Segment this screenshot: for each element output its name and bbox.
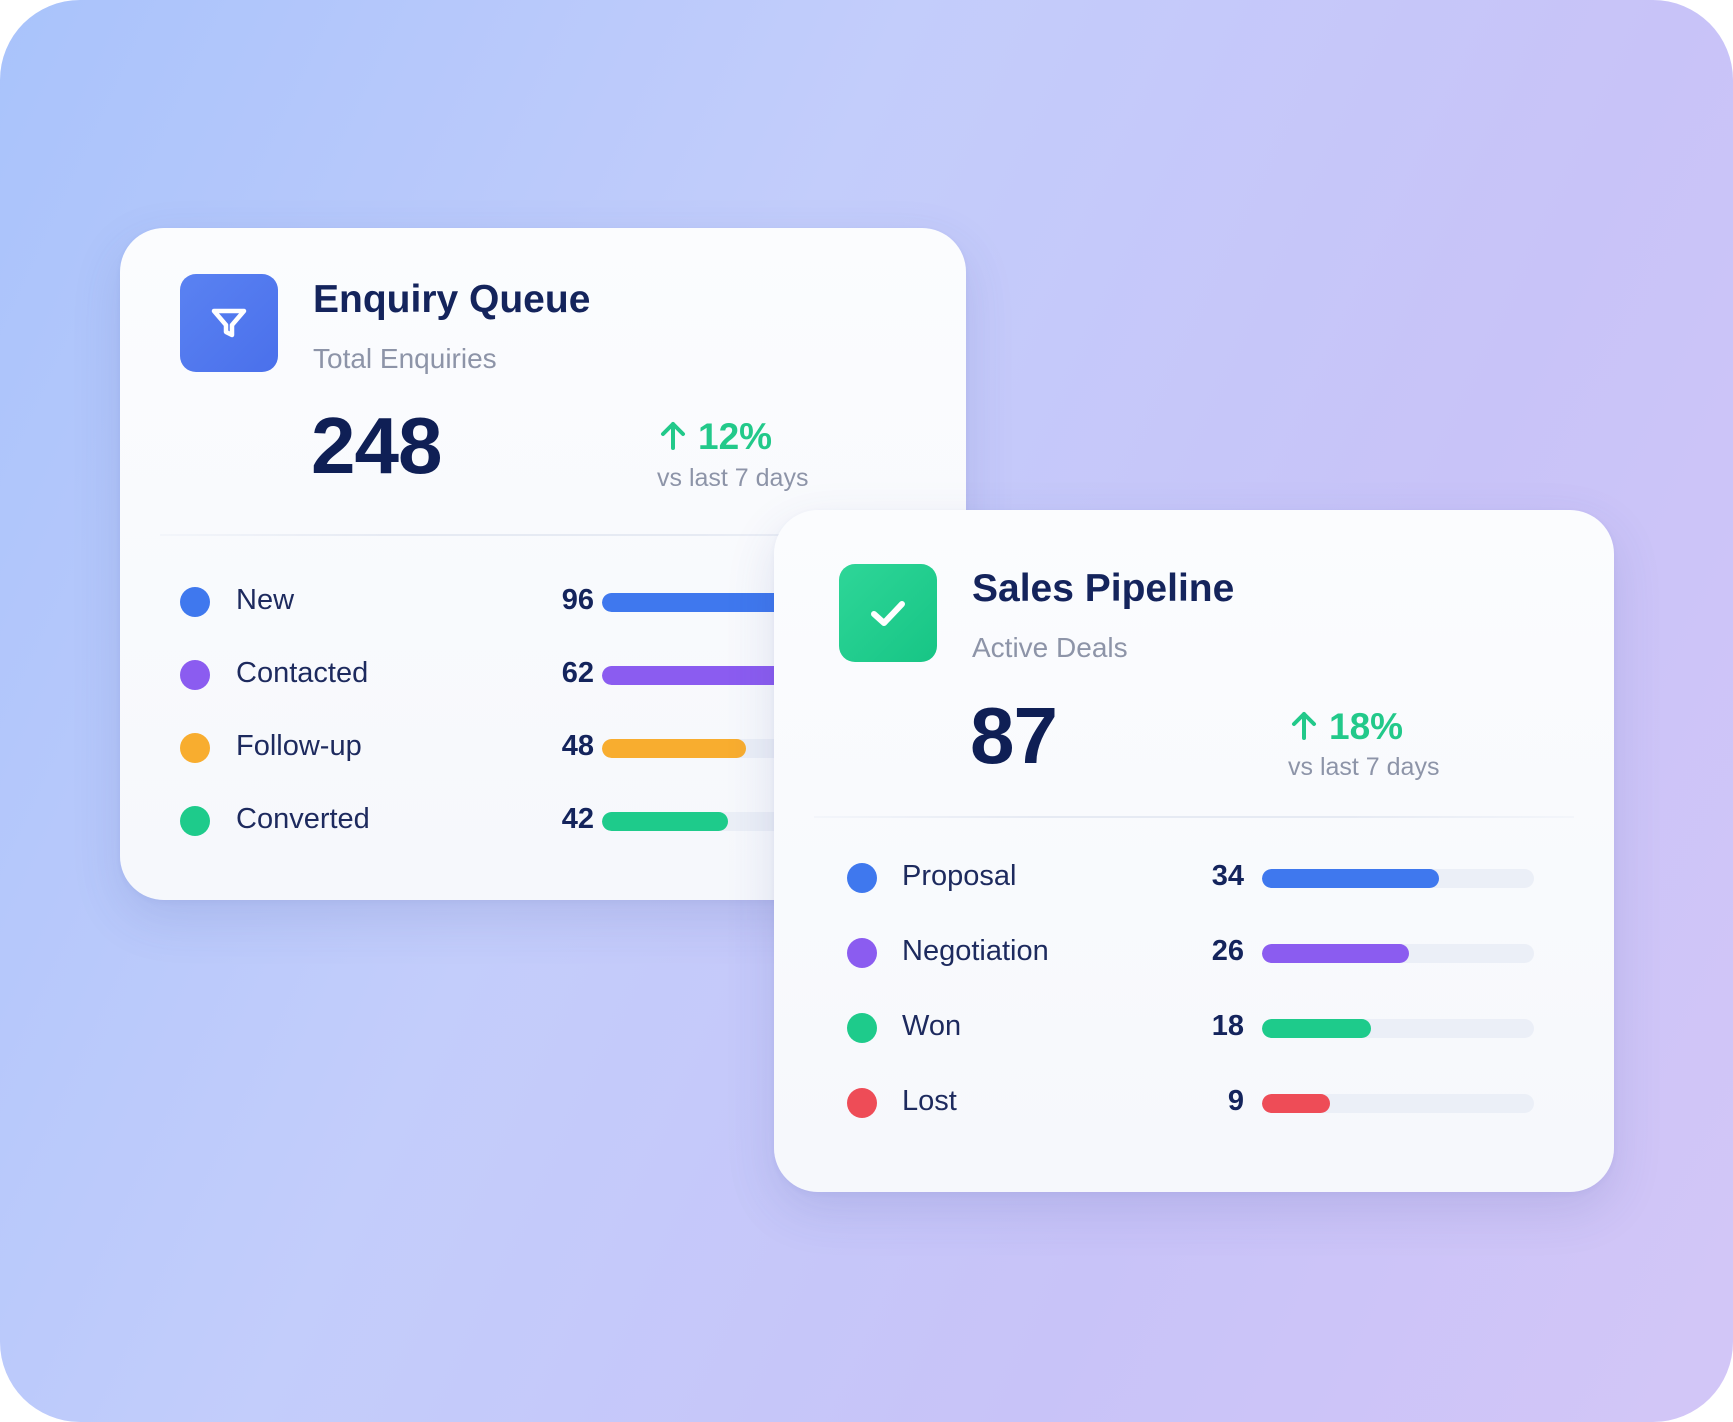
- status-dot: [180, 587, 210, 617]
- row-count: 26: [1211, 935, 1244, 967]
- row-count: 18: [1211, 1010, 1244, 1042]
- card-subtitle: Total Enquiries: [313, 343, 497, 374]
- status-dot: [180, 660, 210, 690]
- row-count: 96: [561, 584, 594, 616]
- progress-fill: [1262, 1094, 1330, 1113]
- arrow-up-icon: [658, 419, 688, 456]
- row-label: New: [236, 584, 295, 616]
- card-title: Sales Pipeline: [972, 567, 1235, 610]
- progress-fill: [1262, 1019, 1371, 1038]
- list-item: Negotiation 26: [774, 933, 1614, 973]
- divider: [814, 816, 1574, 818]
- filter-funnel-icon: [180, 274, 278, 372]
- progress-fill: [602, 812, 728, 831]
- row-label: Negotiation: [902, 935, 1049, 967]
- progress-fill: [1262, 944, 1409, 963]
- progress-fill: [1262, 869, 1439, 888]
- trend-caption: vs last 7 days: [1288, 753, 1440, 781]
- trend-indicator: 18%: [1289, 706, 1403, 748]
- list-item: Lost 9: [774, 1083, 1614, 1123]
- row-count: 62: [561, 657, 594, 689]
- progress-fill: [602, 739, 746, 758]
- row-label: Proposal: [902, 860, 1017, 892]
- sales-pipeline-card: Sales Pipeline Active Deals 87 18% vs la…: [774, 510, 1614, 1192]
- list-item: Won 18: [774, 1008, 1614, 1048]
- row-label: Lost: [902, 1085, 957, 1117]
- trend-value: 18%: [1329, 706, 1404, 747]
- card-subtitle: Active Deals: [972, 632, 1128, 663]
- progress-fill: [602, 666, 788, 685]
- progress-track: [1262, 1019, 1534, 1038]
- total-count: 87: [970, 691, 1058, 780]
- row-label: Converted: [236, 803, 370, 835]
- status-dot: [847, 863, 877, 893]
- row-count: 9: [1227, 1085, 1244, 1117]
- card-title: Enquiry Queue: [313, 278, 591, 321]
- total-count: 248: [311, 401, 442, 490]
- background-canvas: Enquiry Queue Total Enquiries 248 12% vs…: [0, 0, 1733, 1422]
- status-dot: [847, 1088, 877, 1118]
- arrow-up-icon: [1289, 709, 1319, 746]
- row-count: 42: [561, 803, 594, 835]
- row-label: Won: [902, 1010, 962, 1042]
- status-dot: [180, 806, 210, 836]
- row-label: Follow-up: [236, 730, 362, 762]
- status-dot: [847, 1013, 877, 1043]
- status-dot: [847, 938, 877, 968]
- checkmark-icon: [839, 564, 937, 662]
- progress-track: [1262, 1094, 1534, 1113]
- status-dot: [180, 733, 210, 763]
- trend-caption: vs last 7 days: [657, 464, 809, 492]
- progress-track: [1262, 869, 1534, 888]
- row-count: 48: [561, 730, 594, 762]
- progress-track: [1262, 944, 1534, 963]
- trend-value: 12%: [698, 416, 773, 457]
- row-label: Contacted: [236, 657, 369, 689]
- trend-indicator: 12%: [658, 416, 772, 458]
- row-count: 34: [1211, 860, 1244, 892]
- list-item: Proposal 34: [774, 858, 1614, 898]
